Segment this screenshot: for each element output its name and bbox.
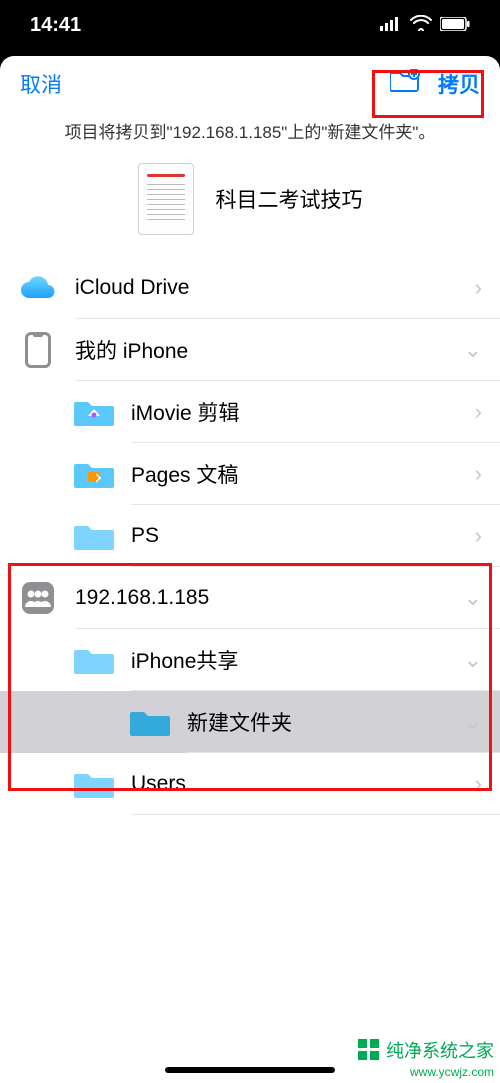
status-right [380, 14, 470, 37]
watermark-logo-icon [358, 1039, 380, 1061]
new-folder-icon[interactable] [390, 69, 420, 99]
document-title: 科目二考试技巧 [216, 184, 363, 214]
row-label: iCloud Drive [75, 276, 475, 300]
row-label: 192.168.1.185 [75, 586, 464, 610]
row-server[interactable]: 192.168.1.185 ⌄ [0, 567, 500, 629]
location-list: iCloud Drive › 我的 iPhone ⌄ iMovie 剪辑 › [0, 257, 500, 815]
chevron-right-icon: › [475, 461, 482, 487]
chevron-right-icon: › [475, 523, 482, 549]
row-pages[interactable]: Pages 文稿 › [0, 443, 500, 505]
row-label: PS [131, 524, 475, 548]
folder-icon [56, 768, 131, 800]
phone-frame: 14:41 取消 拷贝 项目将拷贝到"192.168.1.185"上的"新建文件… [0, 0, 500, 1083]
row-new-folder[interactable]: 新建文件夹 ⌄ [0, 691, 500, 753]
folder-icon [56, 520, 131, 552]
row-label: iMovie 剪辑 [131, 397, 475, 427]
chevron-down-icon: ⌄ [464, 337, 482, 363]
status-time: 14:41 [30, 14, 81, 37]
row-ps[interactable]: PS › [0, 505, 500, 567]
home-indicator [165, 1067, 335, 1073]
chevron-right-icon: › [475, 771, 482, 797]
row-icloud-drive[interactable]: iCloud Drive › [0, 257, 500, 319]
battery-icon [440, 14, 470, 37]
chevron-down-icon: ⌄ [464, 585, 482, 611]
chevron-down-icon: ⌄ [464, 647, 482, 673]
folder-icon [56, 396, 131, 428]
copy-sheet: 取消 拷贝 项目将拷贝到"192.168.1.185"上的"新建文件夹"。 科目… [0, 56, 500, 1083]
chevron-right-icon: › [475, 399, 482, 425]
row-label: Users [131, 772, 475, 796]
folder-icon [56, 644, 131, 676]
row-label: Pages 文稿 [131, 459, 475, 489]
chevron-right-icon: › [475, 275, 482, 301]
cancel-button[interactable]: 取消 [20, 69, 62, 99]
chevron-down-icon: ⌄ [464, 709, 482, 735]
folder-icon [56, 458, 131, 490]
cellular-icon [380, 14, 402, 37]
copy-button[interactable]: 拷贝 [438, 69, 480, 99]
icloud-icon [0, 274, 75, 302]
copy-destination-label: 项目将拷贝到"192.168.1.185"上的"新建文件夹"。 [0, 112, 500, 157]
watermark-url: www.ycwjz.com [410, 1065, 494, 1079]
watermark-text: 纯净系统之家 [386, 1037, 494, 1063]
row-label: 我的 iPhone [75, 335, 464, 365]
watermark: 纯净系统之家 [358, 1037, 494, 1063]
row-label: 新建文件夹 [187, 707, 464, 737]
document-thumbnail [138, 163, 194, 235]
status-bar: 14:41 [0, 0, 500, 50]
folder-icon [112, 706, 187, 738]
nav-bar: 取消 拷贝 [0, 56, 500, 112]
row-iphone-share[interactable]: iPhone共享 ⌄ [0, 629, 500, 691]
iphone-icon [0, 330, 75, 370]
document-preview: 科目二考试技巧 [0, 157, 500, 257]
wifi-icon [410, 14, 432, 37]
shared-server-icon [0, 580, 75, 616]
row-users[interactable]: Users › [0, 753, 500, 815]
row-label: iPhone共享 [131, 645, 464, 675]
row-my-iphone[interactable]: 我的 iPhone ⌄ [0, 319, 500, 381]
row-imovie[interactable]: iMovie 剪辑 › [0, 381, 500, 443]
